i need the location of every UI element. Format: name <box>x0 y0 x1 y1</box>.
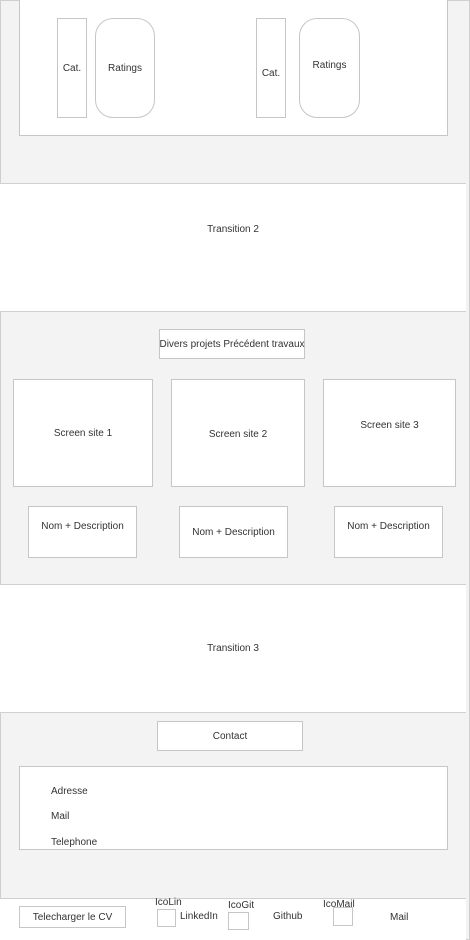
download-cv-label: Telecharger le CV <box>32 911 113 923</box>
github-icon-label: IcoGit <box>228 900 255 911</box>
contact-button-label: Contact <box>212 730 248 742</box>
category-label: Cat. <box>261 67 281 79</box>
github-link[interactable]: Github <box>273 911 302 922</box>
description-label: Nom + Description <box>41 521 124 532</box>
description-label: Nom + Description <box>192 526 275 538</box>
contact-mail: Mail <box>51 811 70 822</box>
screen-site-label: Screen site 1 <box>53 427 113 439</box>
projects-header: Divers projets Précédent travaux <box>159 329 305 359</box>
ratings-label: Ratings <box>108 62 142 74</box>
description-label: Nom + Description <box>347 521 430 532</box>
contact-button[interactable]: Contact <box>157 721 303 751</box>
linkedin-icon[interactable] <box>157 909 176 927</box>
screen-site-label: Screen site 3 <box>360 420 419 431</box>
transition-3-label: Transition 3 <box>207 643 259 654</box>
transition-2-section: Transition 2 <box>0 183 466 312</box>
ratings-label: Ratings <box>312 59 347 71</box>
project-description-3: Nom + Description <box>334 506 443 558</box>
contact-address: Adresse <box>51 786 88 797</box>
screen-site-1[interactable]: Screen site 1 <box>13 379 153 487</box>
screen-site-2[interactable]: Screen site 2 <box>171 379 305 487</box>
linkedin-link[interactable]: LinkedIn <box>180 911 218 922</box>
ratings-box-2: Ratings <box>299 18 360 118</box>
project-description-2: Nom + Description <box>179 506 288 558</box>
transition-3-section: Transition 3 <box>0 584 466 713</box>
download-cv-button[interactable]: Telecharger le CV <box>19 906 126 928</box>
linkedin-icon-label: IcoLin <box>155 897 182 908</box>
category-label: Cat. <box>62 62 82 74</box>
category-box-2: Cat. <box>256 18 286 118</box>
contact-info-panel: Adresse Mail Telephone <box>19 766 448 850</box>
screen-site-3[interactable]: Screen site 3 <box>323 379 456 487</box>
screen-site-label: Screen site 2 <box>208 428 268 440</box>
project-description-1: Nom + Description <box>28 506 137 558</box>
github-icon[interactable] <box>228 912 249 930</box>
mail-icon[interactable] <box>333 907 353 926</box>
contact-telephone: Telephone <box>51 837 98 848</box>
ratings-box-1: Ratings <box>95 18 155 118</box>
category-box-1: Cat. <box>57 18 87 118</box>
mail-link[interactable]: Mail <box>390 912 408 923</box>
transition-2-label: Transition 2 <box>207 224 259 235</box>
projects-header-label: Divers projets Précédent travaux <box>159 338 305 350</box>
